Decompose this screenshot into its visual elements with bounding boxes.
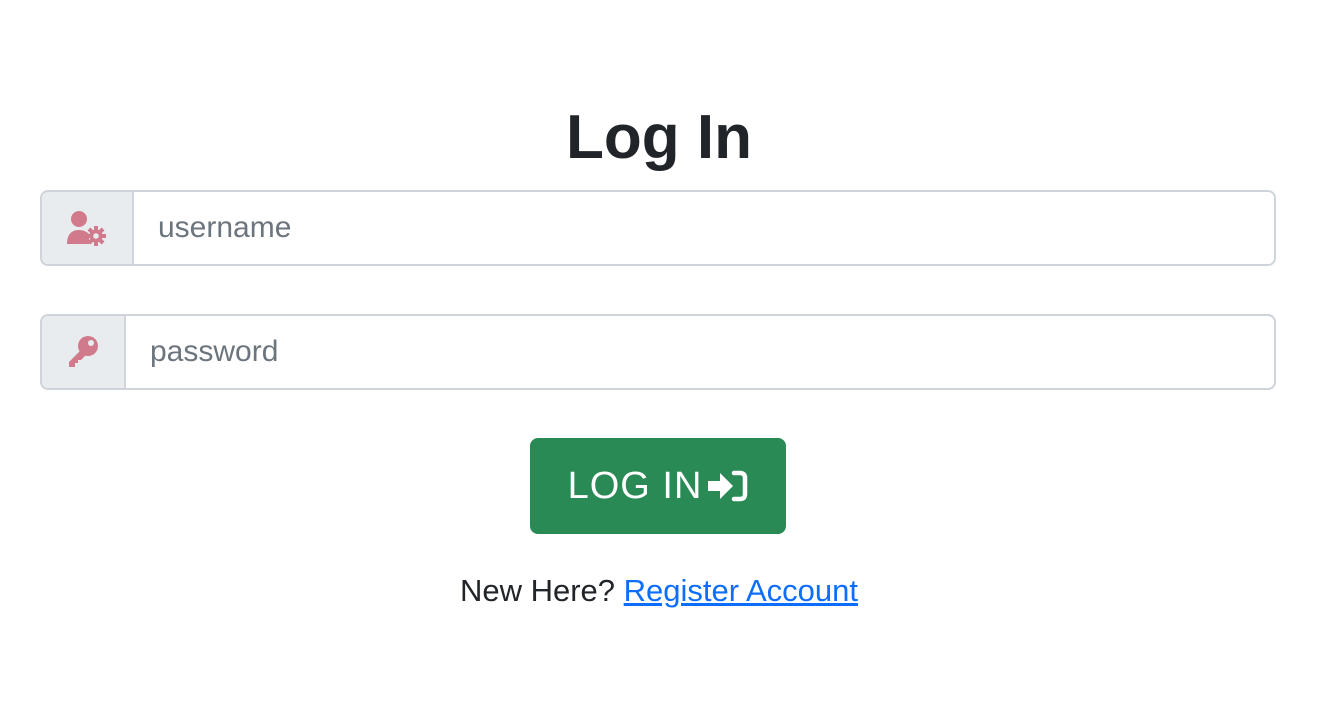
key-icon [40,314,124,390]
password-input[interactable] [124,314,1276,390]
user-gear-icon [40,190,132,266]
password-input-group [40,314,1276,390]
username-input-group [40,190,1276,266]
register-account-link[interactable]: Register Account [624,573,858,608]
page-title: Log In [566,103,752,172]
sign-in-icon [706,468,748,504]
register-prompt: New Here? Register Account [0,570,1318,612]
register-prompt-text: New Here? [459,573,616,608]
login-button[interactable]: LOG IN [530,438,786,534]
username-input[interactable] [132,190,1276,266]
login-page: Log In username LOG IN New Here? Registe… [0,0,1318,710]
login-button-label: LOG IN [567,464,703,507]
